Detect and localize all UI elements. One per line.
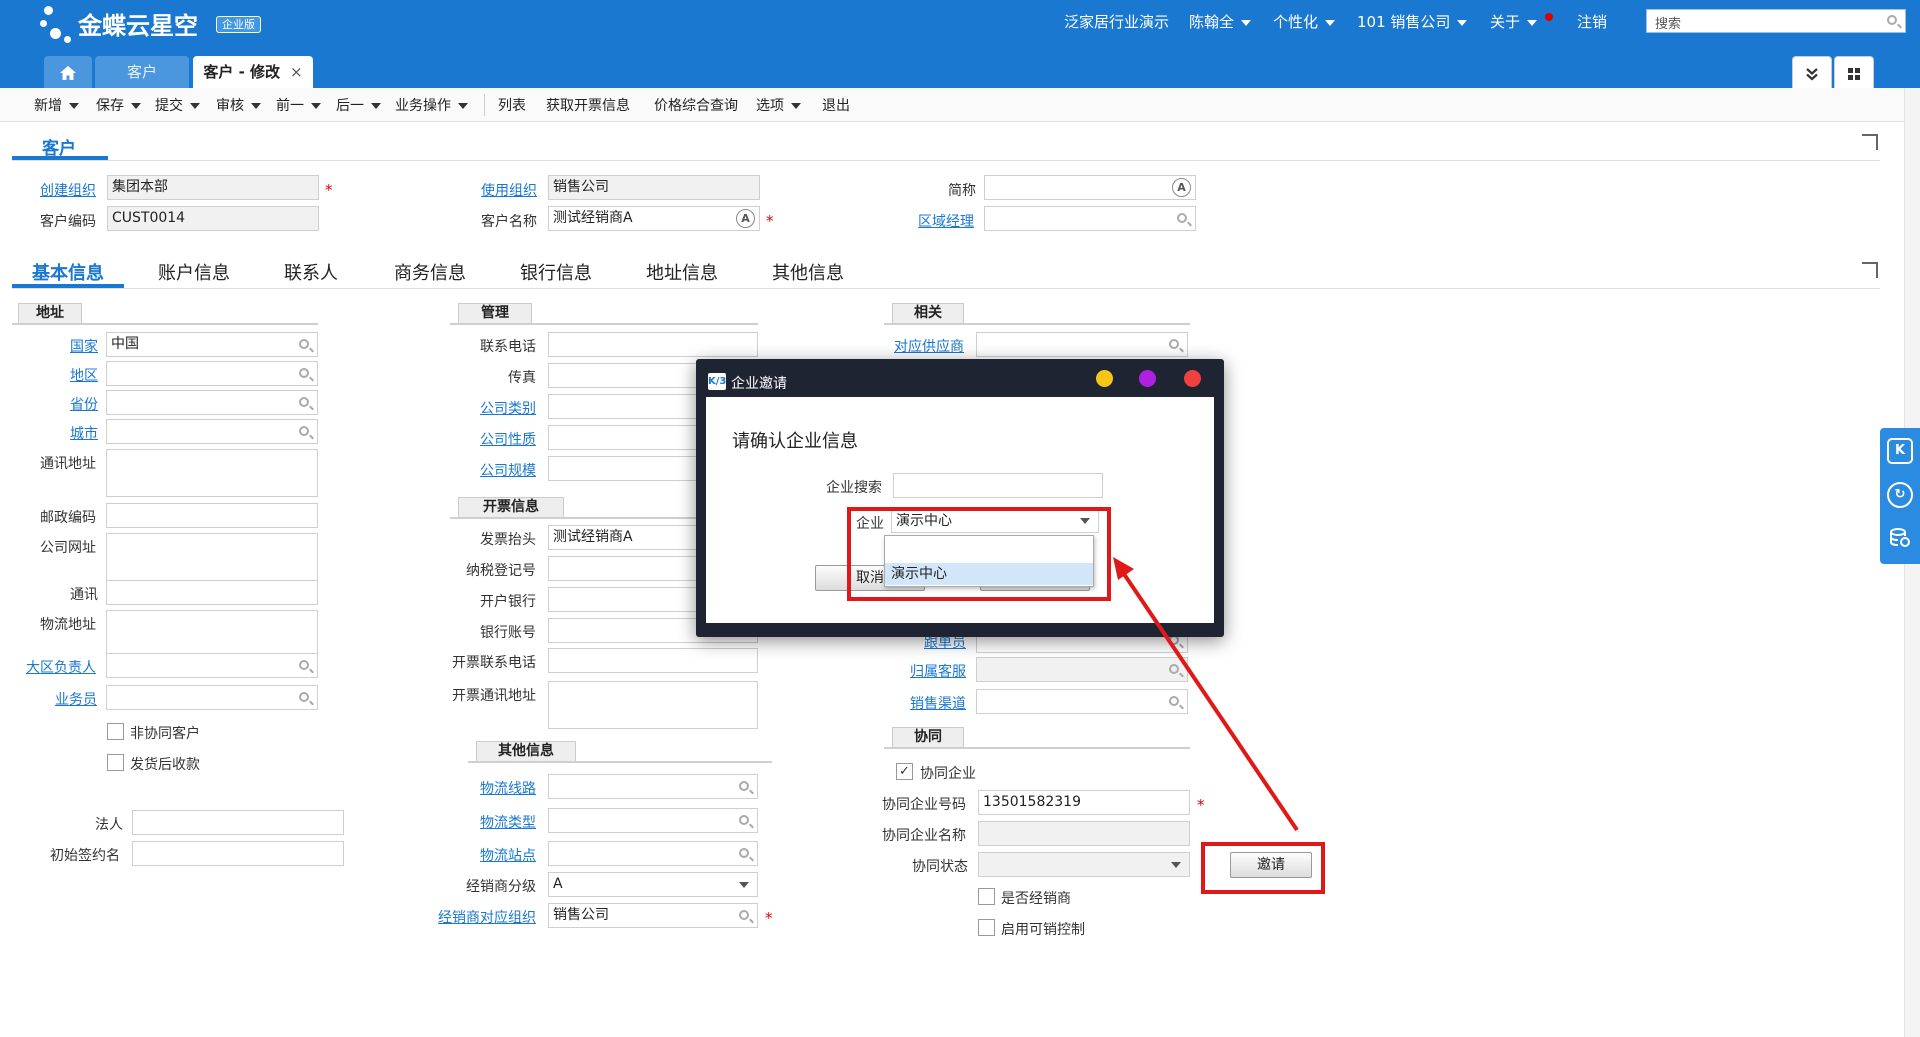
annotation-arrow-icon <box>1113 557 1299 832</box>
app-window: 金蝶云星空 企业版 泛家居行业演示 陈翰全 个性化 101 销售公司 关于 注销… <box>0 0 1920 1037</box>
